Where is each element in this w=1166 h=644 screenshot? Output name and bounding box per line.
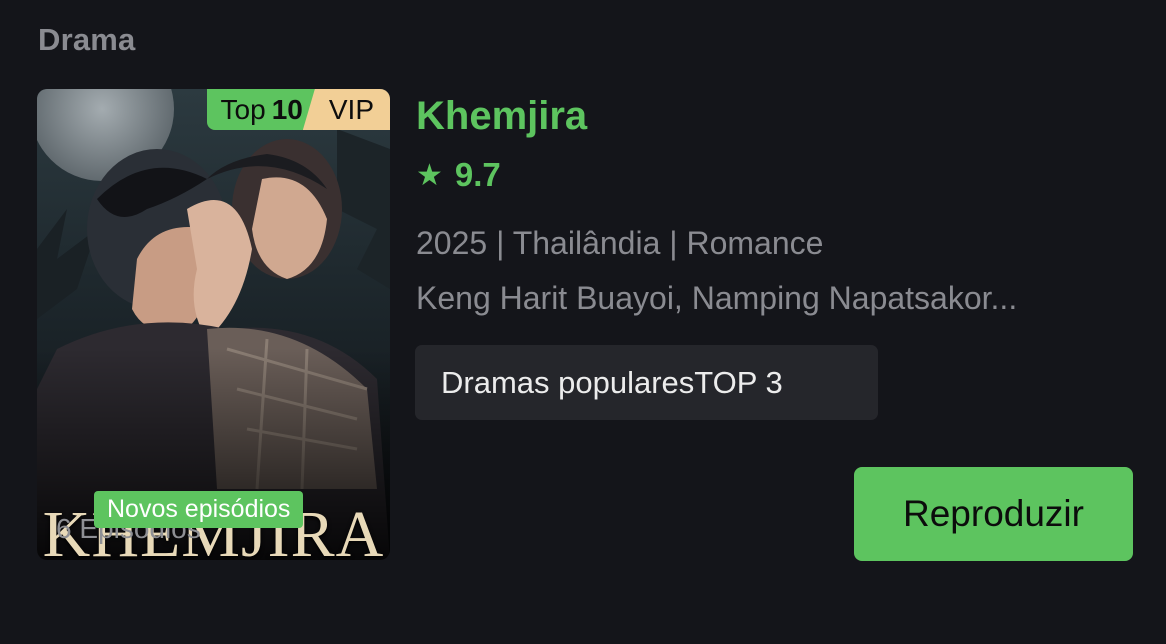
poster-artwork (37, 89, 390, 560)
new-episodes-badge: Novos episódios (94, 491, 304, 528)
star-icon: ★ (416, 158, 443, 192)
drama-meta: 2025 | Thailândia | Romance (416, 225, 824, 261)
vip-badge: VIP (302, 89, 390, 130)
rating-value: 9.7 (454, 156, 501, 193)
top10-vip-badge: Top 10 VIP (206, 89, 390, 130)
drama-card: Drama Top 10 VIP KHEMJIRA 6 Episódios No… (0, 0, 1166, 644)
section-title: Drama (38, 22, 136, 57)
play-button[interactable]: Reproduzir (854, 467, 1133, 561)
top10-badge-prefix: Top (220, 93, 266, 125)
drama-title[interactable]: Khemjira (416, 94, 587, 139)
drama-cast: Keng Harit Buayoi, Namping Napatsakor... (416, 280, 1018, 316)
ranking-tag[interactable]: Dramas popularesTOP 3 (415, 345, 878, 420)
rating: ★ 9.7 (416, 156, 501, 194)
top10-badge: Top 10 (206, 89, 315, 130)
poster[interactable]: Top 10 VIP KHEMJIRA 6 Episódios Novos ep… (37, 89, 390, 560)
top10-badge-number: 10 (271, 93, 303, 125)
